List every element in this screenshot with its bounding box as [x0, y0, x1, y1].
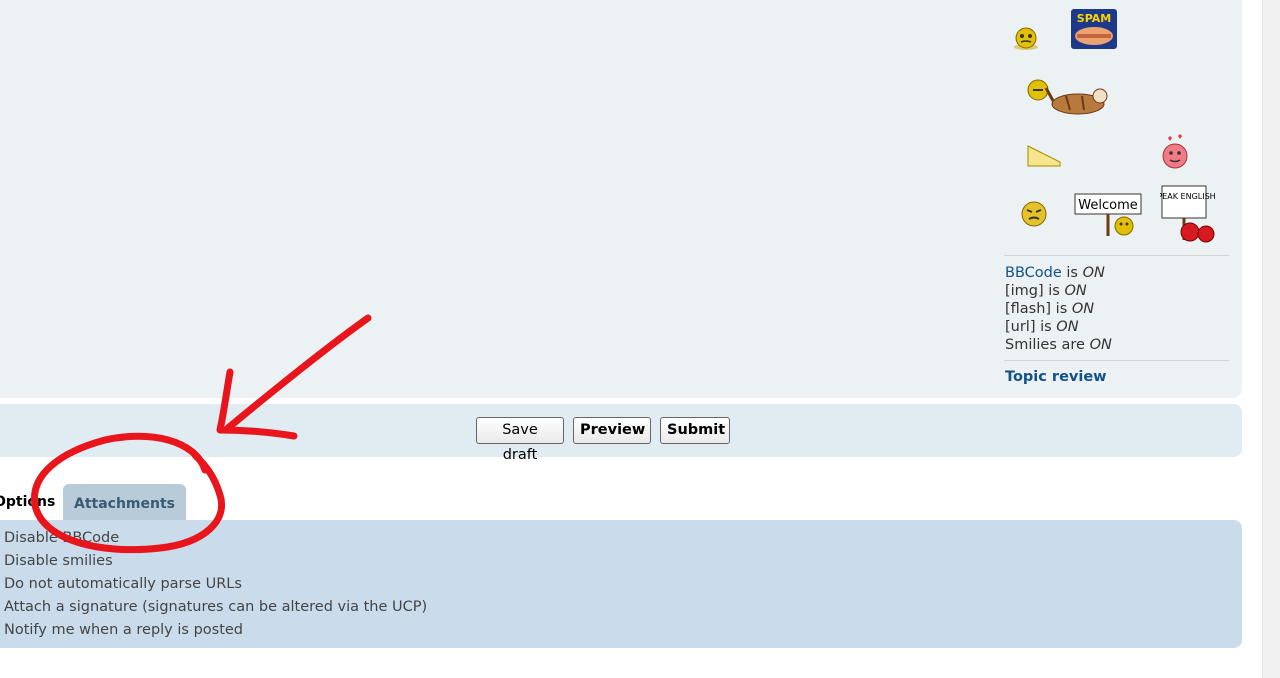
- option-disable-magic-url[interactable]: Do not automatically parse URLs: [4, 573, 427, 596]
- options-list: Disable BBCode Disable smilies Do not au…: [4, 527, 427, 642]
- bbcode-status: BBCode is ON [img] is ON [flash] is ON […: [1005, 264, 1235, 354]
- spam-label: SPAM: [1077, 12, 1111, 25]
- bbcode-state: ON: [1082, 265, 1105, 281]
- dizzy-smiley-icon[interactable]: [1012, 26, 1040, 50]
- love-smiley-icon[interactable]: [1160, 134, 1190, 170]
- img-status-line: [img] is ON: [1005, 283, 1087, 299]
- smilies-divider: [1004, 255, 1229, 256]
- smilies-box: SPAM Welcome SPEAK ENGLISH: [1004, 0, 1230, 250]
- spam-can-smiley-icon[interactable]: SPAM: [1070, 8, 1118, 50]
- save-draft-button[interactable]: Save draft: [476, 417, 564, 463]
- page-scrollbar[interactable]: [1262, 0, 1280, 678]
- flash-status-line: [flash] is ON: [1005, 301, 1095, 317]
- option-disable-bbcode[interactable]: Disable BBCode: [4, 527, 427, 550]
- flash-state: ON: [1071, 301, 1095, 317]
- img-state: ON: [1064, 283, 1087, 299]
- submit-button[interactable]: Submit: [660, 417, 730, 444]
- tab-options[interactable]: Options: [0, 484, 60, 520]
- bbcode-status-line: BBCode is ON: [1005, 265, 1105, 281]
- sleeping-dog-smiley-icon[interactable]: [1026, 76, 1112, 118]
- settings-divider: [1004, 360, 1229, 361]
- option-disable-smilies[interactable]: Disable smilies: [4, 550, 427, 573]
- bbcode-help-link[interactable]: BBCode: [1005, 265, 1062, 281]
- welcome-sign-smiley-icon[interactable]: Welcome: [1074, 186, 1144, 240]
- speak-english-label: SPEAK ENGLISH: [1160, 192, 1216, 201]
- welcome-label: Welcome: [1078, 198, 1137, 213]
- topic-review-link[interactable]: Topic review: [1005, 369, 1107, 385]
- cheese-smiley-icon[interactable]: [1026, 144, 1062, 168]
- option-notify-reply[interactable]: Notify me when a reply is posted: [4, 619, 427, 642]
- speak-english-sign-smiley-icon[interactable]: SPEAK ENGLISH: [1160, 182, 1228, 246]
- url-status-line: [url] is ON: [1005, 319, 1079, 335]
- smilies-status-line: Smilies are ON: [1005, 337, 1112, 353]
- option-attach-signature[interactable]: Attach a signature (signatures can be al…: [4, 596, 427, 619]
- tab-attachments[interactable]: Attachments: [63, 484, 186, 520]
- preview-button[interactable]: Preview: [573, 417, 651, 444]
- angry-smiley-icon[interactable]: [1020, 200, 1048, 228]
- url-state: ON: [1056, 319, 1079, 335]
- smilies-state: ON: [1089, 337, 1112, 353]
